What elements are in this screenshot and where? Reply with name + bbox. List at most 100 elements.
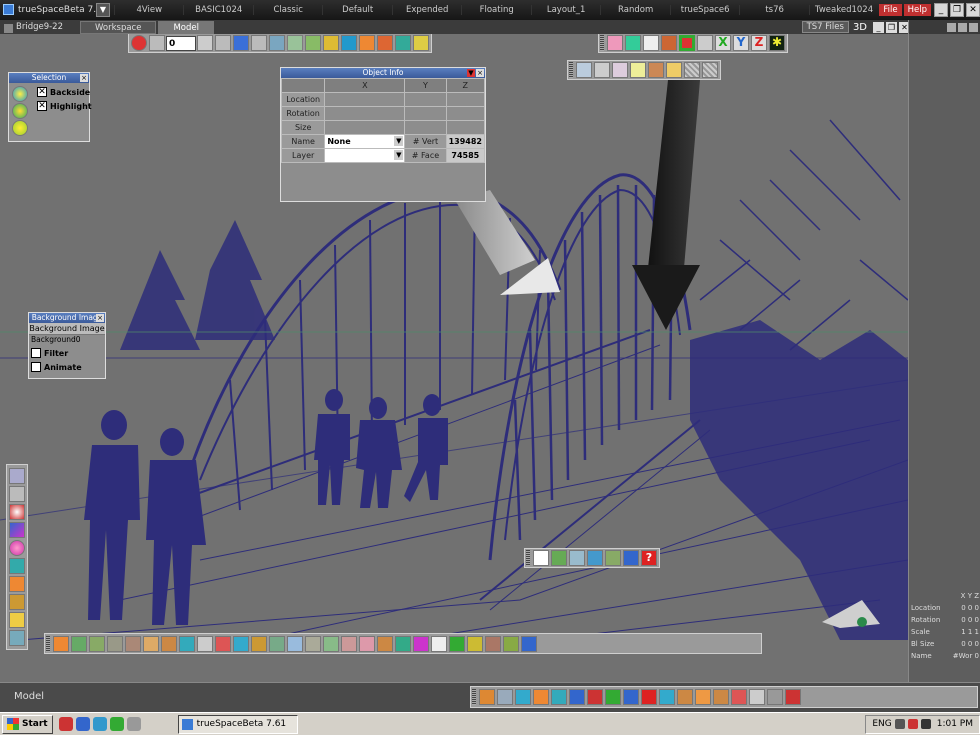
snap-icon[interactable]: ✱ [769,35,785,51]
library-tool-icon[interactable] [305,635,321,652]
select-tool-icon[interactable] [9,468,25,484]
name-select[interactable]: None [324,134,406,149]
object-info-close-button[interactable]: × [476,69,484,77]
primitive-icon[interactable] [377,35,393,51]
camera-icon[interactable] [395,35,411,51]
size-x-field[interactable] [324,120,406,135]
library-tool-icon[interactable] [215,635,231,652]
model-tool-icon[interactable] [677,689,693,705]
library-tool-icon[interactable] [287,635,303,652]
library-tool-icon[interactable] [89,635,105,652]
move-view-icon[interactable] [625,35,641,51]
quicklaunch-desktop-icon[interactable] [75,717,90,731]
model-tool-icon[interactable] [587,689,603,705]
bounding-box-icon[interactable] [679,35,695,51]
minimize-button[interactable]: _ [934,3,948,17]
library-tool-icon[interactable] [395,635,411,652]
pointer-icon[interactable] [533,550,549,566]
view-mode-label[interactable]: 3D [849,22,871,33]
light-tool-icon[interactable] [323,35,339,51]
side-info-value[interactable]: 1 1 1 [961,628,979,636]
select-sphere-icon[interactable] [12,86,28,102]
model-tool-icon[interactable] [623,689,639,705]
hammer-icon[interactable] [9,594,25,610]
layout-tab[interactable]: ts76 [739,5,808,15]
layout-tab[interactable]: Default [322,5,391,15]
model-tool-icon[interactable] [479,689,495,705]
cone-icon[interactable] [9,522,25,538]
model-tool-icon[interactable] [497,689,513,705]
close-button[interactable]: ✕ [966,3,980,17]
location-x-field[interactable] [324,92,406,107]
layout-tab[interactable]: trueSpace6 [669,5,739,15]
lasso-icon[interactable] [9,486,25,502]
model-tool-icon[interactable] [749,689,765,705]
view-restore-button[interactable]: ❐ [886,21,897,33]
layout-tab[interactable]: Layout_1 [530,5,600,15]
library-tool-icon[interactable] [125,635,141,652]
object-info-menu-button[interactable]: ▼ [467,69,475,77]
prev-frame-icon[interactable] [215,35,231,51]
selection-panel-close-button[interactable]: × [80,74,88,82]
pivot-icon[interactable] [648,62,664,78]
select-material-icon[interactable] [12,120,28,136]
layout-tab[interactable]: 4View [114,5,183,15]
rotation-z-field[interactable] [445,106,486,121]
model-tool-icon[interactable] [731,689,747,705]
tweak-icon[interactable] [630,62,646,78]
step-icon[interactable] [197,35,213,51]
rotate-icon[interactable] [594,62,610,78]
paint-icon[interactable] [359,35,375,51]
layout-dropdown-button[interactable]: ▼ [96,3,110,17]
animate-checkbox[interactable]: Animate [29,360,105,374]
tray-volume-icon[interactable] [920,719,931,729]
location-z-field[interactable] [445,92,486,107]
deform-icon[interactable] [666,62,682,78]
model-tool-icon[interactable] [533,689,549,705]
material-icon[interactable] [341,35,357,51]
files-dropdown[interactable]: TS7 Files [801,21,849,33]
quicklaunch-app-icon[interactable] [58,717,73,731]
model-tool-icon[interactable] [695,689,711,705]
link-icon[interactable] [9,558,25,574]
model-tool-icon[interactable] [713,689,729,705]
background-file-select[interactable]: Background0 [29,335,105,346]
model-tool-icon[interactable] [767,689,783,705]
grid-snap-icon[interactable] [702,62,718,78]
sphere-icon[interactable] [9,540,25,556]
library-tool-icon[interactable] [449,635,465,652]
box-icon[interactable] [9,576,25,592]
house-icon[interactable] [661,35,677,51]
model-tool-icon[interactable] [785,689,801,705]
model-tool-icon[interactable] [515,689,531,705]
brush-icon[interactable] [9,612,25,628]
model-tool-icon[interactable] [551,689,567,705]
tab-model[interactable]: Model [158,20,214,34]
select-color-icon[interactable] [12,103,28,119]
model-tool-icon[interactable] [569,689,585,705]
pencil-icon[interactable] [413,35,429,51]
library-tool-icon[interactable] [341,635,357,652]
library-tool-icon[interactable] [521,635,537,652]
light-arrow-dark[interactable] [632,80,700,330]
layout-tab[interactable]: Tweaked1024 [808,5,878,15]
x-axis-icon[interactable]: X [715,35,731,51]
layout-tab[interactable]: Random [600,5,669,15]
y-axis-icon[interactable]: Y [733,35,749,51]
size-z-field[interactable] [445,120,486,135]
grid-icon[interactable] [684,62,700,78]
go-end-icon[interactable] [251,35,267,51]
language-indicator[interactable]: ENG [872,719,891,729]
render-window-icon[interactable] [587,550,603,566]
side-info-value[interactable]: 0 0 0 [961,604,979,612]
library-tool-icon[interactable] [413,635,429,652]
library-tool-icon[interactable] [71,635,87,652]
restore-button[interactable]: ❐ [950,3,964,17]
background-panel-close-button[interactable]: × [96,314,104,322]
model-tool-icon[interactable] [641,689,657,705]
layout-tab[interactable]: Classic [252,5,322,15]
library-tool-icon[interactable] [323,635,339,652]
panel-close-button[interactable] [969,22,978,32]
render-object-icon[interactable] [551,550,567,566]
side-info-value[interactable]: 0 0 0 [961,616,979,624]
